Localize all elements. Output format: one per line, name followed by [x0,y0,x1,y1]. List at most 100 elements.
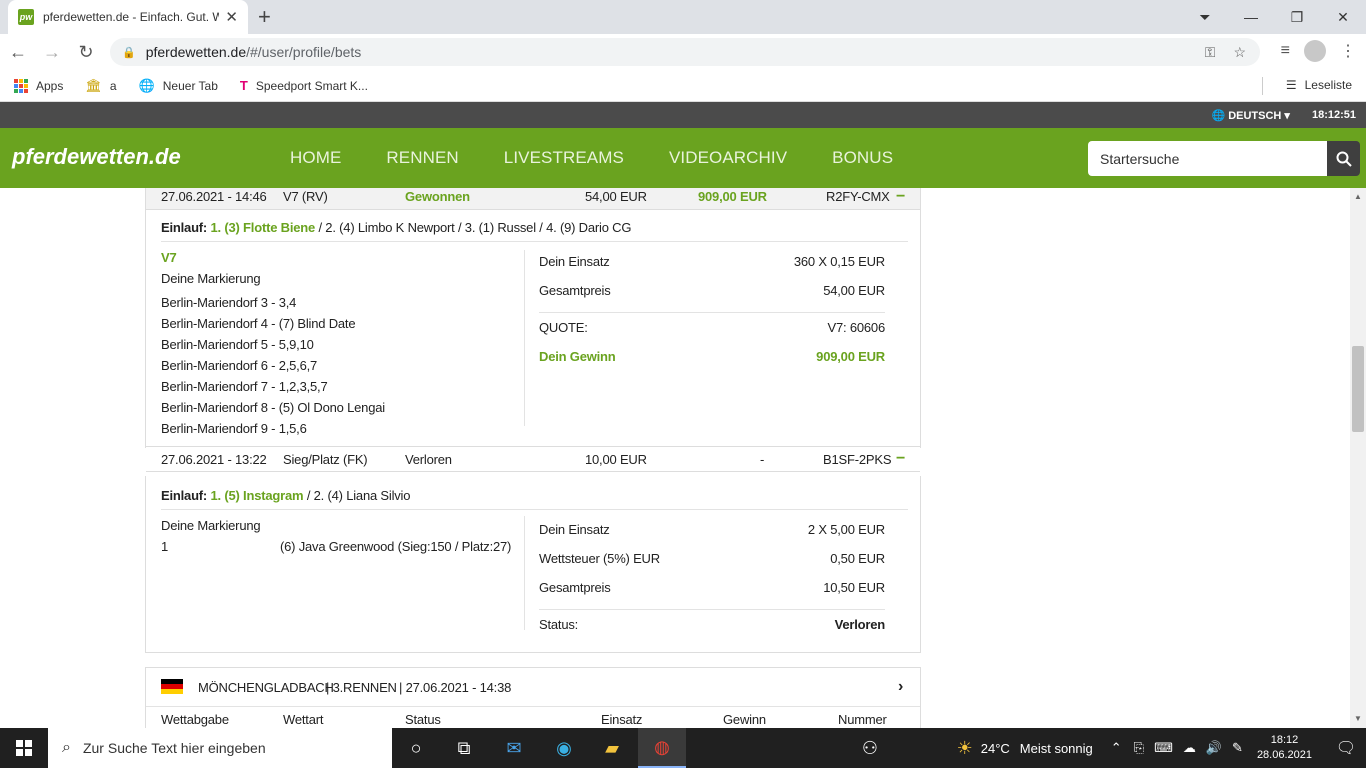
weather-text[interactable]: Meist sonnig [1020,741,1093,756]
einlauf-winner: 1. (5) Instagram [210,488,304,503]
bet-card: Einlauf: 1. (5) Instagram / 2. (4) Liana… [145,476,921,653]
bet-type: Sieg/Platz (FK) [283,451,368,467]
bet-name: V7 [161,250,177,265]
reading-list-button[interactable]: ☰ Leseliste [1261,77,1352,95]
bet-number: R2FY-CMX [826,189,890,204]
keyboard-icon[interactable]: ⌨ [1154,740,1173,756]
nav-videoarchiv[interactable]: VIDEOARCHIV [669,148,787,168]
volume-icon[interactable]: 🔊 [1206,740,1222,756]
summary-label: QUOTE: [539,320,588,335]
people-icon[interactable]: ⚇ [846,728,894,768]
forward-arrow-icon[interactable]: → [36,42,68,63]
back-arrow-icon[interactable]: ← [2,42,34,63]
nav-bonus[interactable]: BONUS [832,148,893,168]
bet-summary-row[interactable]: 27.06.2021 - 13:22 Sieg/Platz (FK) Verlo… [146,446,920,472]
summary-value: 2 X 5,00 EUR [807,522,885,537]
race-table-header: Wettabgabe Wettart Status Einsatz Gewinn… [146,708,920,728]
marking-number: 1 [161,539,169,554]
more-menu-icon[interactable]: ⋮ [1340,41,1356,61]
bet-cost-summary: Dein Einsatz 2 X 5,00 EUR Wettsteuer (5%… [539,522,885,646]
nav-home[interactable]: HOME [290,148,341,168]
nav-livestreams[interactable]: LIVESTREAMS [504,148,624,168]
bet-cost-summary: Dein Einsatz 360 X 0,15 EUR Gesamtpreis … [539,254,885,378]
profile-avatar[interactable] [1304,40,1326,62]
bet-status: Gewonnen [405,189,470,204]
close-tab-icon[interactable]: ✕ [225,8,238,26]
summary-label: Wettsteuer (5%) EUR [539,551,660,566]
bet-summary-row[interactable]: 27.06.2021 - 14:46 V7 (RV) Gewonnen 54,0… [146,188,920,210]
chevron-up-icon[interactable]: ⌃ [1111,740,1122,756]
chrome-browser-icon[interactable]: ◍ [638,728,686,768]
media-playlist-icon[interactable]: ≡ [1281,42,1290,60]
edge-browser-icon[interactable]: ◉ [540,728,588,768]
bookmark-a[interactable]: 🏛 a [85,78,116,94]
summary-label: Dein Gewinn [539,349,616,364]
network-icon[interactable]: ⎘ [1134,740,1144,756]
notification-icon[interactable]: 🗨 [1326,738,1366,758]
taskbar-search-input[interactable]: ⌕ Zur Suche Text hier eingeben [48,728,392,768]
site-logo[interactable]: pferdewetten.de [12,144,181,170]
summary-value: Verloren [834,617,886,632]
windows-start-button[interactable] [0,728,48,768]
race-datetime: | 27.06.2021 - 14:38 [399,679,512,695]
marking-item: Berlin-Mariendorf 5 - 5,9,10 [161,337,314,352]
collapse-minus-icon[interactable]: − [896,450,905,468]
site-favicon-icon: pw [18,9,34,25]
column-header: Gewinn [723,711,766,727]
column-header: Status [405,711,441,727]
bookmark-label: Neuer Tab [162,78,218,93]
marking-item: Berlin-Mariendorf 3 - 3,4 [161,295,297,310]
file-explorer-icon[interactable]: ▰ [588,728,636,768]
starter-search-input[interactable]: Startersuche [1088,141,1328,176]
browser-tab[interactable]: pw pferdewetten.de - Einfach. Gut. W ✕ [8,0,248,34]
scrollbar-thumb[interactable] [1352,346,1364,432]
collapse-minus-icon[interactable]: − [896,188,905,206]
restore-icon[interactable]: ❐ [1274,9,1320,26]
chevron-right-icon[interactable]: › [898,678,903,696]
search-icon: ⌕ [62,739,71,756]
chrome-menu-down-icon[interactable]: ⏷ [1182,9,1228,26]
reload-icon[interactable]: ↻ [70,42,102,63]
lock-icon[interactable]: 🔒 [122,46,136,59]
race-venue: MÖNCHENGLADBACH [198,679,334,695]
page-scrollbar[interactable]: ▲ ▼ [1350,188,1366,728]
bet-number: B1SF-2PKS [823,451,892,467]
bet-date: 27.06.2021 - 13:22 [161,451,267,467]
bookmark-apps[interactable]: Apps [14,78,63,93]
search-button[interactable] [1327,141,1360,176]
close-window-icon[interactable]: ✕ [1320,9,1366,26]
pen-icon[interactable]: ✎ [1232,740,1243,756]
weather-sun-icon[interactable]: ☀ [957,738,973,759]
star-bookmark-icon[interactable]: ☆ [1233,44,1246,61]
weather-temp[interactable]: 24°C [981,741,1010,756]
reading-list-icon: ☰ [1285,78,1297,92]
bet-stake: 54,00 EUR [585,189,647,204]
windows-logo-icon [16,740,32,756]
windows-taskbar: ⌕ Zur Suche Text hier eingeben ○ ⧉ ✉ ◉ ▰… [0,728,1366,768]
scroll-up-icon[interactable]: ▲ [1354,192,1362,201]
telekom-icon: T [239,78,248,93]
summary-label: Gesamtpreis [539,580,611,595]
einlauf-rest: / 2. (4) Limbo K Newport / 3. (1) Russel… [318,220,632,235]
key-icon[interactable]: ⚿ [1205,44,1216,61]
cortana-circle-icon[interactable]: ○ [392,728,440,768]
cloud-icon[interactable]: ☁ [1183,740,1196,756]
summary-value: 0,50 EUR [830,551,885,566]
einlauf-rest: / 2. (4) Liana Silvio [306,488,411,503]
nav-rennen[interactable]: RENNEN [386,148,458,168]
minimize-icon[interactable]: — [1228,9,1274,25]
bet-stake: 10,00 EUR [585,451,647,467]
bookmark-speedport[interactable]: T Speedport Smart K... [240,78,368,93]
language-selector[interactable]: 🌐 DEUTSCH ▾ [1211,109,1290,122]
bookmark-neuer-tab[interactable]: 🌐 Neuer Tab [139,78,218,94]
summary-label: Gesamtpreis [539,283,611,298]
mail-icon[interactable]: ✉ [490,728,538,768]
bet-status: Verloren [405,451,452,467]
clock[interactable]: 18:12 28.06.2021 [1257,733,1312,763]
task-view-icon[interactable]: ⧉ [440,728,488,768]
address-bar[interactable]: 🔒 pferdewetten.de/#/user/profile/bets ⚿ … [110,38,1260,66]
scroll-down-icon[interactable]: ▼ [1354,714,1362,723]
race-header[interactable]: MÖNCHENGLADBACH | 3.RENNEN | 27.06.2021 … [146,674,920,700]
new-tab-plus-icon[interactable]: + [258,4,271,30]
site-topbar: 🌐 DEUTSCH ▾ 18:12:51 [0,102,1366,128]
